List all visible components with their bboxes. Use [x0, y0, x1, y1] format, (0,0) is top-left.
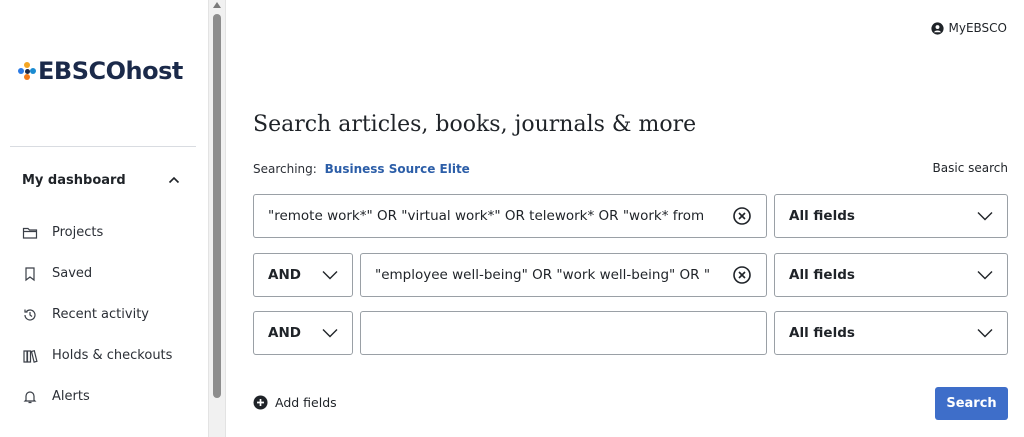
history-icon [24, 308, 36, 321]
sidebar-item-label: Projects [52, 225, 104, 240]
chevron-down-icon [322, 271, 338, 280]
field-select-row-2[interactable]: All fields [774, 253, 1008, 297]
scroll-up-arrow-icon[interactable] [213, 2, 221, 8]
sidebar: EBSCOhost My dashboard Projects Saved Re… [0, 0, 208, 437]
page-title: Search articles, books, journals & more [253, 112, 697, 137]
my-dashboard-label: My dashboard [22, 172, 126, 188]
search-input-row-3[interactable] [360, 311, 767, 355]
search-query-text: "employee well-being" OR "work well-bein… [375, 267, 711, 283]
chevron-down-icon [977, 329, 993, 338]
searching-database-info: Searching: Business Source Elite [253, 162, 470, 176]
searching-label: Searching: [253, 162, 317, 176]
sidebar-item-projects[interactable]: Projects [22, 212, 202, 253]
field-select-row-3[interactable]: All fields [774, 311, 1008, 355]
chevron-down-icon [322, 329, 338, 338]
bell-icon [23, 390, 37, 403]
basic-search-link[interactable]: Basic search [933, 161, 1008, 175]
field-select-value: All fields [789, 267, 855, 283]
my-dashboard-toggle[interactable]: My dashboard [22, 168, 182, 192]
operator-value: AND [268, 267, 301, 283]
database-link[interactable]: Business Source Elite [325, 162, 470, 176]
clear-icon[interactable] [732, 265, 752, 285]
operator-select-row-3[interactable]: AND [253, 311, 353, 355]
sidebar-item-label: Holds & checkouts [52, 348, 173, 363]
sidebar-divider [10, 146, 196, 147]
myebsco-account-link[interactable]: MyEBSCO [930, 21, 1008, 35]
ebsco-logo-icon [18, 62, 36, 80]
field-select-value: All fields [789, 208, 855, 224]
field-select-value: All fields [789, 325, 855, 341]
field-select-row-1[interactable]: All fields [774, 194, 1008, 238]
sidebar-item-label: Recent activity [52, 307, 149, 322]
chevron-down-icon [977, 271, 993, 280]
operator-value: AND [268, 325, 301, 341]
search-input-row-2[interactable]: "employee well-being" OR "work well-bein… [360, 253, 767, 297]
chevron-down-icon [977, 212, 993, 221]
sidebar-item-alerts[interactable]: Alerts [22, 376, 202, 417]
search-button[interactable]: Search [935, 387, 1008, 420]
sidebar-item-saved[interactable]: Saved [22, 253, 202, 294]
plus-circle-icon [253, 395, 268, 410]
logo-text: EBSCOhost [38, 57, 183, 85]
operator-select-row-2[interactable]: AND [253, 253, 353, 297]
bookmark-icon [25, 266, 35, 281]
dashboard-nav: Projects Saved Recent activity Holds & c… [22, 212, 202, 417]
books-icon [23, 349, 38, 363]
chevron-up-icon [168, 176, 180, 184]
search-query-text: "remote work*" OR "virtual work*" OR tel… [268, 208, 705, 224]
ebscohost-logo[interactable]: EBSCOhost [18, 57, 183, 85]
sidebar-item-holds-checkouts[interactable]: Holds & checkouts [22, 335, 202, 376]
sidebar-item-recent-activity[interactable]: Recent activity [22, 294, 202, 335]
sidebar-item-label: Saved [52, 266, 93, 281]
sidebar-item-label: Alerts [52, 389, 90, 404]
clear-icon[interactable] [732, 206, 752, 226]
myebsco-label: MyEBSCO [948, 21, 1008, 35]
add-fields-button[interactable]: Add fields [253, 395, 337, 410]
search-input-row-1[interactable]: "remote work*" OR "virtual work*" OR tel… [253, 194, 767, 238]
user-circle-icon [930, 21, 944, 35]
add-fields-label: Add fields [275, 395, 337, 410]
folder-icon [22, 227, 38, 239]
scroll-thumb[interactable] [213, 14, 221, 398]
sidebar-scrollbar[interactable] [208, 0, 226, 437]
